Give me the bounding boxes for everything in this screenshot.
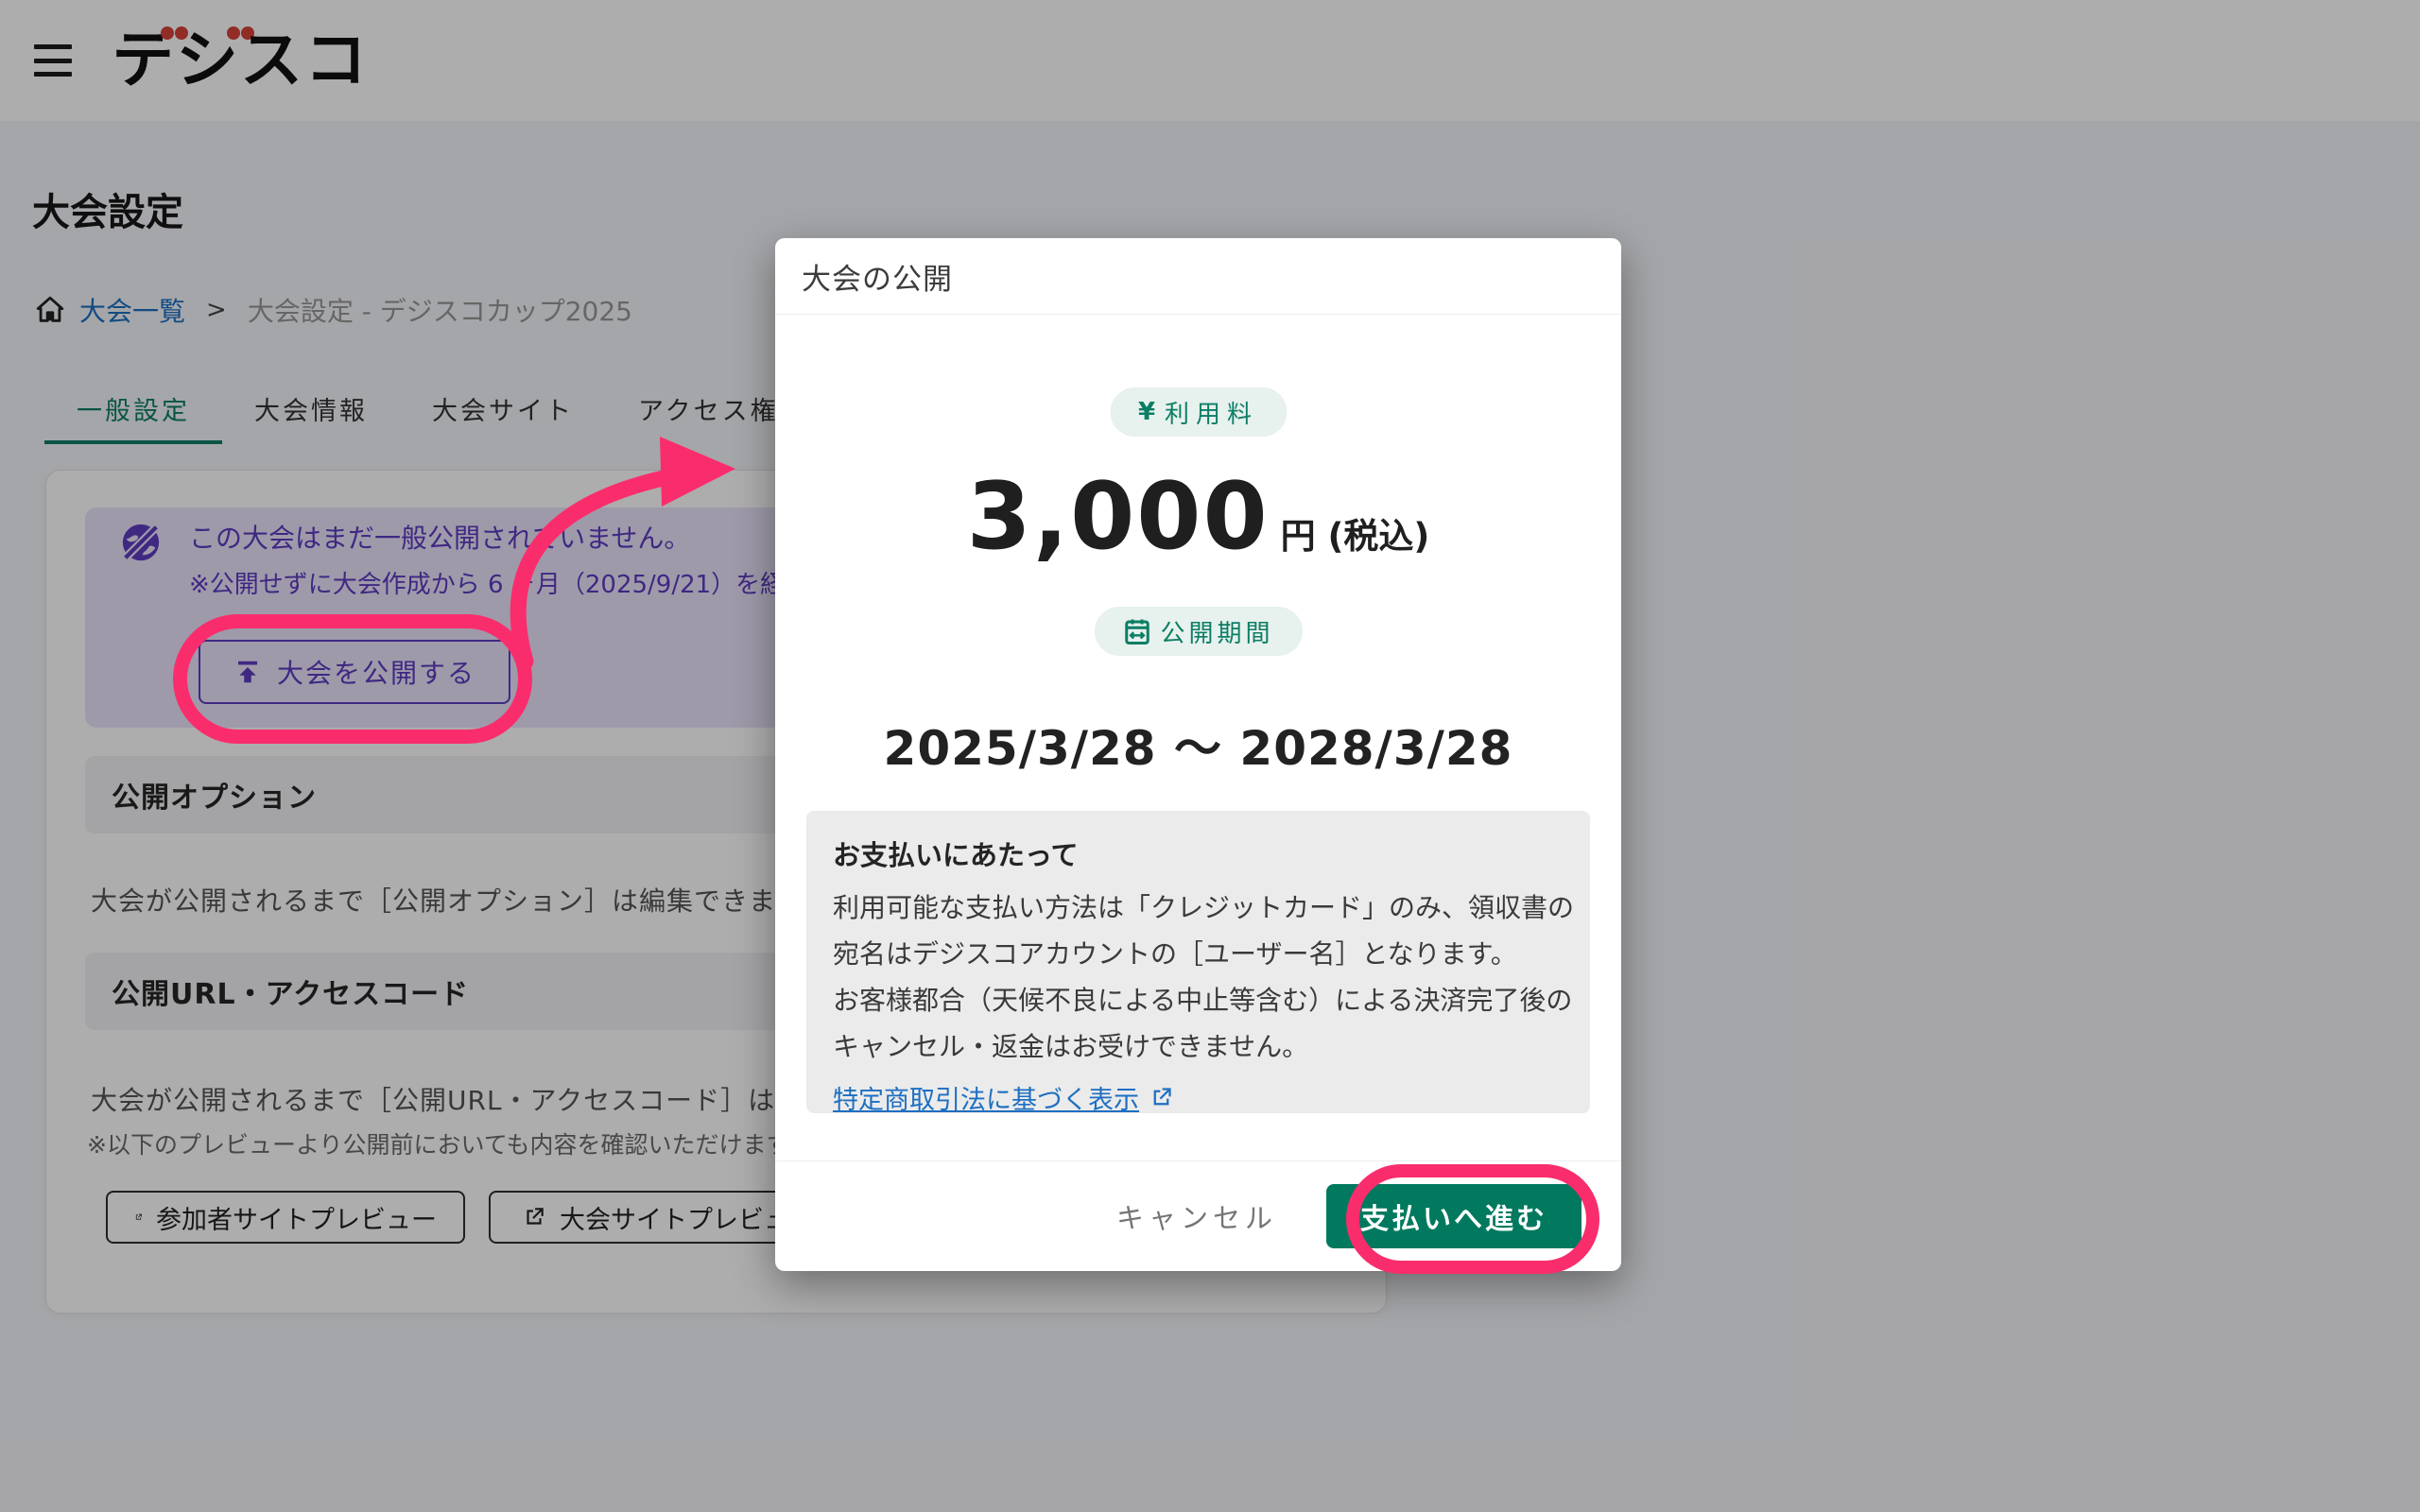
- payment-note-line: キャンセル・返金はお受けできません。: [833, 1023, 1564, 1070]
- fee-amount-suffix: 円 (税込): [1281, 507, 1430, 558]
- fee-badge: ¥ 利用料: [1110, 387, 1287, 437]
- payment-note-heading: お支払いにあたって: [833, 833, 1564, 873]
- period-badge: 公開期間: [1094, 607, 1302, 656]
- fee-badge-label: 利用料: [1165, 395, 1258, 430]
- calendar-range-icon: [1122, 617, 1150, 645]
- fee-amount: 3,000 円 (税込): [775, 463, 1621, 571]
- cancel-button[interactable]: キャンセル: [1111, 1195, 1283, 1237]
- annotation-ring-payment-button: [1346, 1164, 1599, 1274]
- commerce-law-link[interactable]: 特定商取引法に基づく表示: [833, 1079, 1174, 1116]
- payment-note-line: 利用可能な支払い方法は「クレジットカード」のみ、領収書の: [833, 885, 1564, 931]
- open-in-new-icon: [1149, 1085, 1174, 1110]
- screen: テ シ ス コ 大会設定 大会一覧 > 大会設定 - デジスコカップ2025 一…: [0, 0, 2420, 1512]
- dialog-title: 大会の公開: [775, 238, 1621, 315]
- commerce-law-link-label: 特定商取引法に基づく表示: [833, 1079, 1139, 1116]
- yen-icon: ¥: [1138, 398, 1155, 426]
- payment-note-line: お客様都合（天候不良による中止等含む）による決済完了後の: [833, 977, 1564, 1023]
- payment-note-line: 宛名はデジスコアカウントの［ユーザー名］となります。: [833, 931, 1564, 977]
- annotation-ring-publish-button: [173, 614, 532, 744]
- payment-note-box: お支払いにあたって 利用可能な支払い方法は「クレジットカード」のみ、領収書の 宛…: [806, 811, 1590, 1113]
- publication-period: 2025/3/28 〜 2028/3/28: [775, 711, 1621, 779]
- fee-amount-number: 3,000: [967, 463, 1270, 571]
- period-badge-label: 公開期間: [1160, 614, 1273, 649]
- publish-dialog: 大会の公開 ¥ 利用料 3,000 円 (税込) 公開期間 2025/3/28 …: [775, 238, 1621, 1271]
